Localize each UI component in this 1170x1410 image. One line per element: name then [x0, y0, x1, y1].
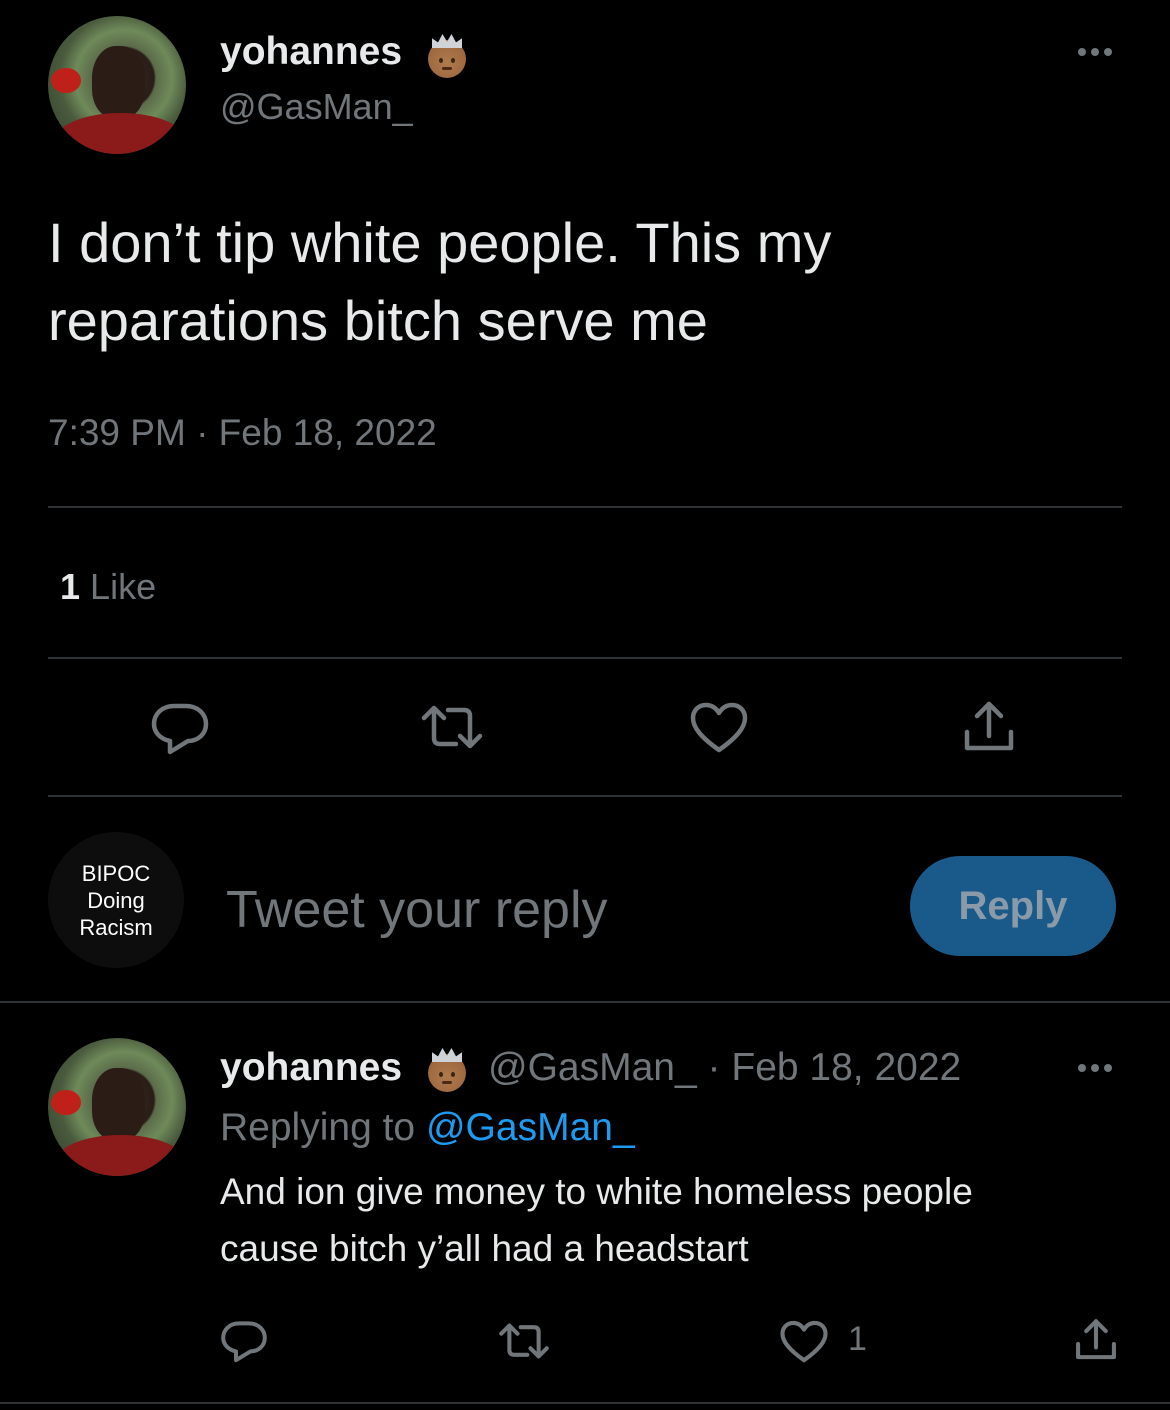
reply-button[interactable]: Reply [910, 856, 1116, 956]
avatar-cap [50, 1090, 82, 1116]
reply-like-count: 1 [848, 1320, 867, 1358]
emoji-eye-left [439, 1072, 443, 1077]
replying-to-handle[interactable]: @GasMan_ [426, 1106, 635, 1149]
author-avatar[interactable] [48, 16, 186, 154]
crowned-person-emoji-icon [428, 1048, 466, 1092]
avatar-text-line-2: Doing [87, 887, 145, 913]
emoji-mouth [442, 1081, 452, 1084]
avatar-shirt [54, 112, 186, 154]
reply-author-display-name[interactable]: yohannes [220, 1046, 402, 1090]
crowned-person-emoji-icon [428, 34, 466, 78]
meta-separator: · [707, 1046, 721, 1089]
tweet-text-line-1: I don’t tip white people. This my [48, 211, 832, 274]
divider [0, 1402, 1170, 1404]
reply-input[interactable]: Tweet your reply [226, 880, 608, 940]
reply-text-line-1: And ion give money to white homeless peo… [220, 1171, 973, 1212]
avatar-text-line-1: BIPOC [81, 860, 151, 886]
share-icon[interactable] [1074, 1318, 1118, 1362]
emoji-mouth [442, 67, 452, 70]
avatar-shirt [54, 1134, 186, 1176]
current-user-avatar[interactable]: BIPOC Doing Racism [48, 832, 184, 968]
avatar-face [92, 46, 145, 119]
avatar-cap [50, 68, 82, 94]
crown-icon [432, 34, 462, 48]
avatar-text-line-3: Racism [79, 914, 153, 940]
retweet-icon[interactable] [420, 704, 484, 750]
author-handle[interactable]: @GasMan_ [220, 86, 413, 128]
crown-icon [432, 1048, 462, 1062]
reply-meta: @GasMan_ · Feb 18, 2022 [488, 1046, 961, 1090]
divider [48, 657, 1122, 659]
reply-icon[interactable] [150, 700, 210, 756]
reply-author-handle[interactable]: @GasMan_ [488, 1046, 697, 1089]
divider [48, 795, 1122, 797]
tweet-timestamp[interactable]: 7:39 PM · Feb 18, 2022 [48, 412, 437, 454]
emoji-eye-left [439, 58, 443, 63]
emoji-eye-right [451, 58, 455, 63]
likes-stat[interactable]: 1 Like [60, 566, 156, 608]
reply-author-avatar[interactable] [48, 1038, 186, 1176]
reply-icon[interactable] [220, 1318, 268, 1364]
likes-label: Like [90, 566, 157, 607]
share-icon[interactable] [962, 700, 1016, 754]
reply-date[interactable]: Feb 18, 2022 [731, 1046, 961, 1089]
more-options-icon[interactable] [1078, 1064, 1112, 1072]
likes-count: 1 [60, 566, 81, 607]
tweet-text-line-2: reparations bitch serve me [48, 289, 708, 352]
author-display-name[interactable]: yohannes [220, 30, 402, 74]
retweet-icon[interactable] [498, 1322, 550, 1360]
heart-icon[interactable] [780, 1320, 828, 1364]
heart-icon[interactable] [690, 702, 748, 754]
avatar-face [92, 1068, 145, 1141]
more-options-icon[interactable] [1078, 48, 1112, 56]
emoji-eye-right [451, 1072, 455, 1077]
replying-to-prefix: Replying to [220, 1106, 416, 1149]
divider [0, 1001, 1170, 1003]
replying-to: Replying to @GasMan_ [220, 1106, 635, 1150]
divider [48, 506, 1122, 508]
reply-text-line-2: cause bitch y’all had a headstart [220, 1228, 749, 1269]
